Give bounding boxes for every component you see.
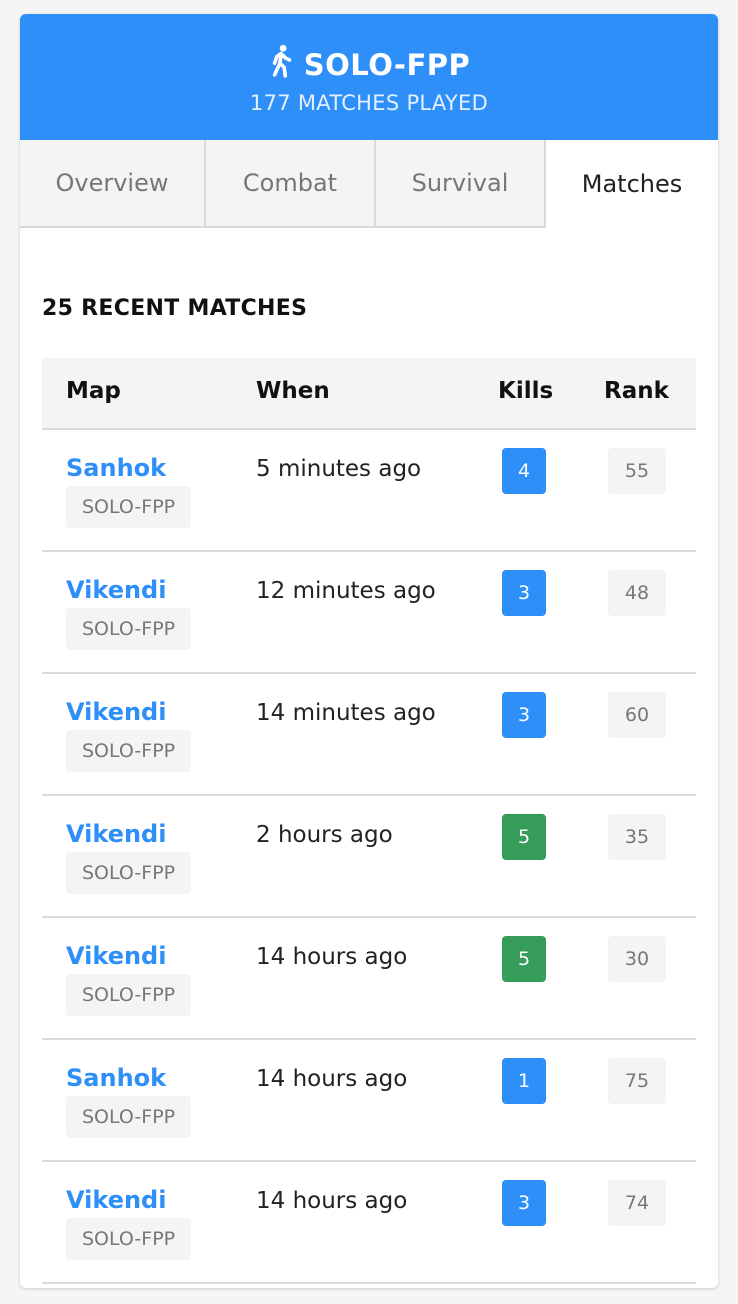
table-row: Vikendi SOLO-FPP 14 minutes ago 3 60: [42, 674, 696, 796]
walking-person-icon: [268, 44, 294, 85]
kills-badge: 3: [502, 1180, 546, 1226]
column-kills: Kills: [498, 378, 554, 404]
rank-badge: 35: [608, 814, 666, 860]
table-header: Map When Kills Rank: [42, 358, 696, 430]
mode-badge: SOLO-FPP: [66, 852, 192, 894]
matches-played: 177 MATCHES PLAYED: [249, 91, 489, 115]
match-time: 14 hours ago: [256, 1188, 408, 1214]
mode-badge: SOLO-FPP: [66, 608, 192, 650]
rank-badge: 55: [608, 448, 666, 494]
match-time: 14 minutes ago: [256, 700, 436, 726]
tab-combat[interactable]: Combat: [206, 140, 376, 228]
rank-badge: 75: [608, 1058, 666, 1104]
section-title: 25 RECENT MATCHES: [42, 296, 308, 321]
match-time: 12 minutes ago: [256, 578, 436, 604]
column-rank: Rank: [604, 378, 669, 404]
table-row: Vikendi SOLO-FPP 12 minutes ago 3 48: [42, 552, 696, 674]
table-row: Vikendi SOLO-FPP 14 hours ago 3 74: [42, 1162, 696, 1284]
tab-matches[interactable]: Matches: [546, 140, 718, 228]
match-time: 14 hours ago: [256, 1066, 408, 1092]
column-map: Map: [66, 378, 121, 404]
table-row: Vikendi SOLO-FPP 14 hours ago 5 30: [42, 918, 696, 1040]
mode-badge: SOLO-FPP: [66, 1096, 192, 1138]
mode-title: SOLO-FPP: [303, 47, 471, 82]
table-row: Sanhok SOLO-FPP 14 hours ago 1 75: [42, 1040, 696, 1162]
map-link[interactable]: Vikendi: [66, 698, 166, 726]
mode-badge: SOLO-FPP: [66, 1218, 192, 1260]
mode-badge: SOLO-FPP: [66, 974, 192, 1016]
rank-badge: 48: [608, 570, 666, 616]
match-time: 2 hours ago: [256, 822, 393, 848]
mode-badge: SOLO-FPP: [66, 730, 192, 772]
mode-badge: SOLO-FPP: [66, 486, 192, 528]
map-link[interactable]: Sanhok: [66, 454, 166, 482]
table-row: Vikendi SOLO-FPP 2 hours ago 5 35: [42, 796, 696, 918]
map-link[interactable]: Sanhok: [66, 1064, 166, 1092]
map-link[interactable]: Vikendi: [66, 820, 166, 848]
kills-badge: 4: [502, 448, 546, 494]
table-row: Sanhok SOLO-FPP 5 minutes ago 4 55: [42, 430, 696, 552]
rank-badge: 74: [608, 1180, 666, 1226]
kills-badge: 5: [502, 936, 546, 982]
rank-badge: 60: [608, 692, 666, 738]
column-when: When: [256, 378, 330, 404]
kills-badge: 3: [502, 692, 546, 738]
kills-badge: 3: [502, 570, 546, 616]
map-link[interactable]: Vikendi: [66, 576, 166, 604]
tab-overview[interactable]: Overview: [20, 140, 206, 228]
kills-badge: 1: [502, 1058, 546, 1104]
mode-header: SOLO-FPP 177 MATCHES PLAYED: [20, 14, 718, 140]
rank-badge: 30: [608, 936, 666, 982]
tab-bar: Overview Combat Survival Matches: [20, 140, 718, 228]
kills-badge: 5: [502, 814, 546, 860]
match-time: 14 hours ago: [256, 944, 408, 970]
map-link[interactable]: Vikendi: [66, 1186, 166, 1214]
tab-survival[interactable]: Survival: [376, 140, 546, 228]
matches-table: Map When Kills Rank Sanhok SOLO-FPP 5 minu…: [42, 358, 696, 1284]
match-time: 5 minutes ago: [256, 456, 422, 482]
stats-card: SOLO-FPP 177 MATCHES PLAYED Overview Com…: [20, 14, 718, 1288]
map-link[interactable]: Vikendi: [66, 942, 166, 970]
